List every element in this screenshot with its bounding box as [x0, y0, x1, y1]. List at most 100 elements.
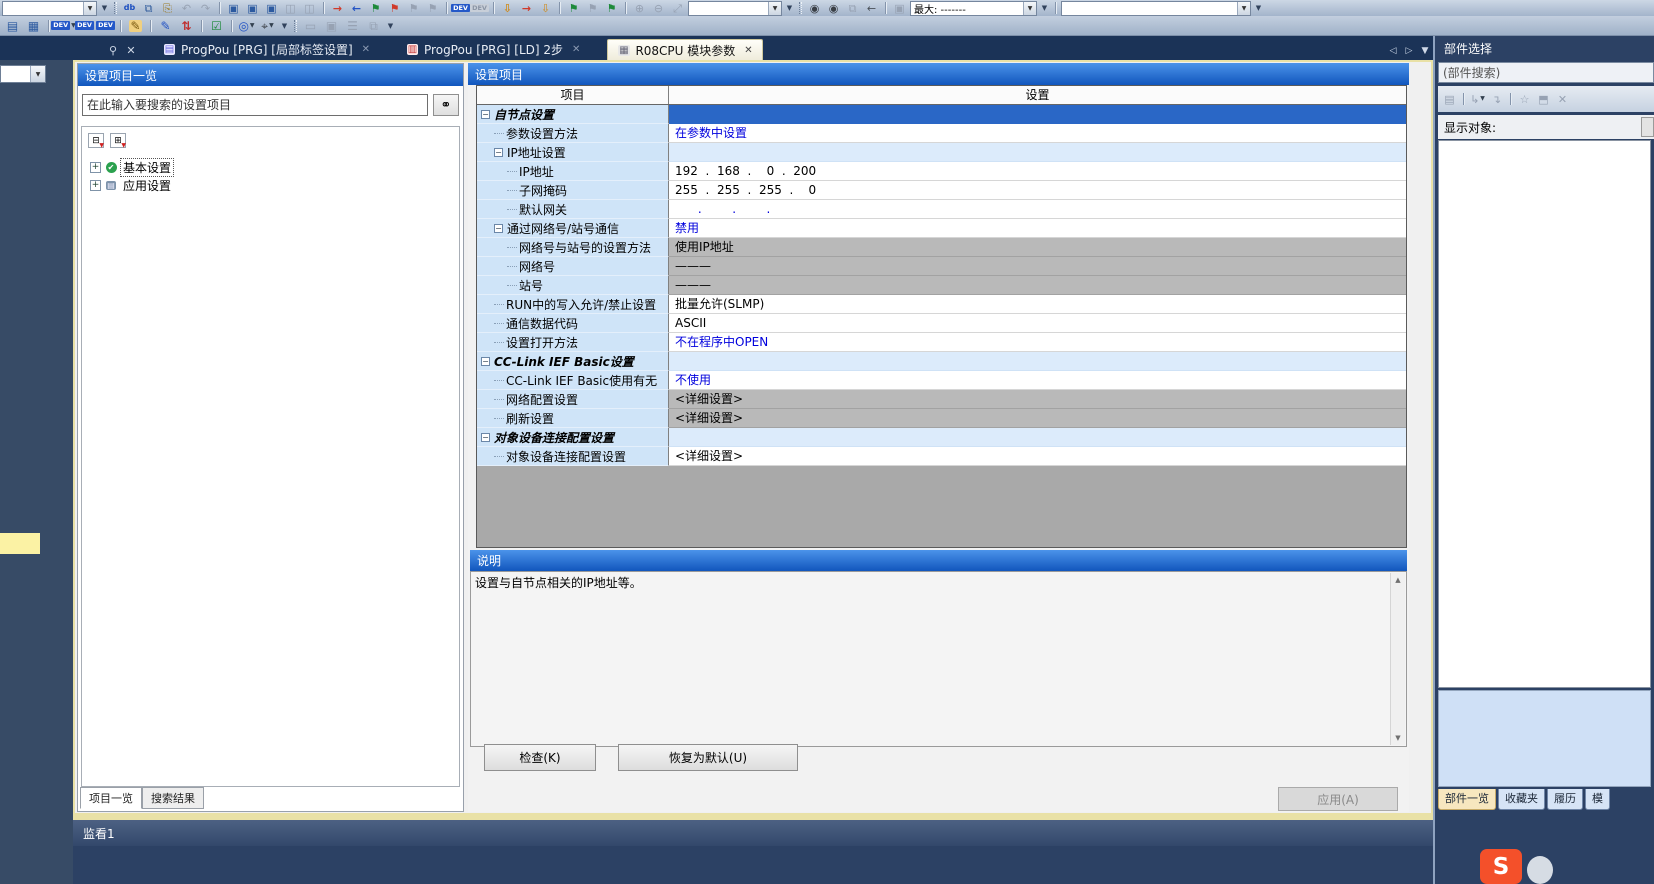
paste-icon[interactable]: ⎘ — [159, 1, 176, 15]
module-add-icon[interactable]: ▤ — [1441, 92, 1458, 106]
zoom-in-icon[interactable]: ⊕ — [631, 1, 648, 15]
online-monitor-off-icon[interactable]: ⚑ — [584, 1, 601, 15]
setting-value-cell[interactable]: 禁用 — [669, 219, 1406, 238]
left-bottom-tab-1[interactable]: 搜索结果 — [142, 787, 204, 809]
cross-ref-icon[interactable]: ⧉ — [364, 17, 383, 34]
document-tab-0[interactable]: ▤ProgPou [PRG] [局部标签设置]✕ — [154, 39, 379, 60]
toolbar-overflow-icon[interactable]: ▼ — [1039, 1, 1050, 15]
setting-value-cell[interactable]: 255 . 255 . 255 . 0 — [669, 181, 1406, 200]
setting-value-cell[interactable]: <详细设置> — [669, 409, 1406, 428]
basic-settings-icon[interactable]: ✔ — [105, 161, 117, 173]
pin-icon[interactable]: ⚲ — [104, 40, 122, 60]
online-lock-icon[interactable]: ⚑ — [603, 1, 620, 15]
item-cell[interactable]: −自节点设置 — [477, 105, 669, 124]
nav-menu-icon[interactable]: ▼ — [1417, 42, 1433, 60]
toolbar-overflow-icon[interactable]: ▼ — [99, 1, 110, 15]
item-cell[interactable]: 网络号与站号的设置方法 — [477, 238, 669, 257]
setting-value-cell[interactable]: ——— — [669, 276, 1406, 295]
setting-value-cell[interactable]: <详细设置> — [669, 447, 1406, 466]
pou-insert-icon[interactable]: ↳▼ — [1469, 92, 1486, 106]
restore-default-button[interactable]: 恢复为默认(U) — [618, 744, 798, 771]
project-save-icon[interactable]: ▤ — [3, 17, 22, 34]
dev-batch-icon[interactable]: DEV — [96, 17, 115, 34]
row-expander-icon[interactable]: − — [481, 357, 490, 366]
tree-expander-icon[interactable]: + — [90, 162, 101, 173]
transfer-verify-icon[interactable]: ⇩ — [537, 1, 554, 15]
tree-item-0[interactable]: +✔基本设置 — [90, 158, 457, 176]
nav-right-icon[interactable]: ▷ — [1401, 42, 1417, 60]
application-settings-icon[interactable]: ▤ — [105, 179, 117, 191]
setting-value-cell[interactable] — [669, 428, 1406, 447]
item-cell[interactable]: 设置打开方法 — [477, 333, 669, 352]
item-cell[interactable]: CC-Link IEF Basic使用有无 — [477, 371, 669, 390]
step-run-icon[interactable]: ◉ — [806, 1, 823, 15]
toolbar-overflow-icon[interactable]: ▼ — [1253, 1, 1264, 15]
document-tab-2[interactable]: ▦R08CPU 模块参数✕ — [607, 39, 762, 60]
setting-value-cell[interactable]: . . . — [669, 200, 1406, 219]
paste-special-icon[interactable]: ⧉ — [844, 1, 861, 15]
tree-expand-all-icon[interactable]: ⊞▼ — [110, 133, 126, 148]
find-prev-icon[interactable]: ◫ — [282, 1, 299, 15]
undo-icon[interactable]: ↶ — [178, 1, 195, 15]
chevron-down-icon[interactable]: ▼ — [30, 66, 45, 82]
apply-button[interactable]: 应用(A) — [1278, 787, 1398, 811]
find-device-icon[interactable]: ▣ — [263, 1, 280, 15]
setting-value-cell[interactable]: <详细设置> — [669, 390, 1406, 409]
redo-icon[interactable]: ↷ — [197, 1, 214, 15]
display-target-dropdown[interactable] — [1641, 117, 1654, 137]
setting-value-cell[interactable] — [669, 352, 1406, 371]
nav-left-icon[interactable]: ◁ — [1385, 42, 1401, 60]
element-tab-2[interactable]: 履历 — [1547, 789, 1583, 810]
list-view-icon[interactable]: ☰ — [343, 17, 362, 34]
setting-value-cell[interactable] — [669, 105, 1406, 124]
io-check-icon[interactable]: ⇅ — [177, 17, 196, 34]
tree-collapse-all-icon[interactable]: ⊟▼ — [88, 133, 104, 148]
row-expander-icon[interactable]: − — [494, 224, 503, 233]
find-next-icon[interactable]: ◫ — [301, 1, 318, 15]
description-scrollbar[interactable]: ▲ ▼ — [1390, 573, 1405, 745]
element-search-input[interactable] — [1439, 63, 1653, 82]
element-tab-1[interactable]: 收藏夹 — [1498, 789, 1545, 810]
left-bottom-tab-0[interactable]: 项目一览 — [80, 787, 142, 809]
dev-list-icon[interactable]: DEV — [75, 17, 94, 34]
jump-forward-icon[interactable]: → — [329, 1, 346, 15]
tree-expander-icon[interactable]: + — [90, 180, 101, 191]
dev-display-off-icon[interactable]: DEV — [471, 1, 488, 15]
element-tab-0[interactable]: 部件一览 — [1438, 789, 1496, 810]
setting-value-cell[interactable]: 批量允许(SLMP) — [669, 295, 1406, 314]
setting-search-input[interactable] — [82, 94, 428, 116]
check-button[interactable]: 检查(K) — [484, 744, 596, 771]
memo-icon[interactable]: ▭ — [301, 17, 320, 34]
item-cell[interactable]: RUN中的写入允许/禁止设置 — [477, 295, 669, 314]
item-cell[interactable]: IP地址 — [477, 162, 669, 181]
transfer-down-icon[interactable]: ⇩ — [499, 1, 516, 15]
label-editor-icon[interactable]: ▤ — [163, 43, 176, 56]
dev-comment-icon[interactable]: DEV▼ — [54, 17, 73, 34]
pou-delete-icon[interactable]: ↴ — [1488, 92, 1505, 106]
folder-new-icon[interactable]: ⬒ — [1535, 92, 1552, 106]
scroll-down-icon[interactable]: ▼ — [1391, 731, 1405, 745]
module-param-icon[interactable]: ▦ — [617, 44, 630, 57]
search-button[interactable]: ⚭ — [433, 94, 459, 116]
find-replace-icon[interactable]: ▣ — [244, 1, 261, 15]
docked-combo-box[interactable]: ▼ — [0, 65, 46, 83]
dev-display-icon[interactable]: DEV — [452, 1, 469, 15]
close-panel-icon[interactable]: ✕ — [122, 40, 140, 60]
item-cell[interactable]: 参数设置方法 — [477, 124, 669, 143]
element-tab-3[interactable]: 模 — [1585, 789, 1610, 810]
ime-secondary-icon[interactable] — [1527, 856, 1553, 884]
label-edit-icon[interactable]: ✎ — [156, 17, 175, 34]
chevron-down-icon[interactable]: ▼ — [1023, 2, 1036, 15]
favorite-star-icon[interactable]: ☆ — [1516, 92, 1533, 106]
row-expander-icon[interactable]: − — [494, 148, 503, 157]
watch-stop-icon[interactable]: ⚑ — [386, 1, 403, 15]
setting-value-cell[interactable]: 不使用 — [669, 371, 1406, 390]
element-list[interactable] — [1438, 140, 1651, 688]
item-cell[interactable]: 对象设备连接配置设置 — [477, 447, 669, 466]
tree-item-1[interactable]: +▤应用设置 — [90, 176, 457, 194]
step-stop-icon[interactable]: ◉ — [825, 1, 842, 15]
setting-value-cell[interactable]: 在参数中设置 — [669, 124, 1406, 143]
setting-value-cell[interactable]: 192 . 168 . 0 . 200 — [669, 162, 1406, 181]
jump-back-icon[interactable]: ← — [348, 1, 365, 15]
tab-close-icon[interactable]: ✕ — [572, 44, 580, 55]
